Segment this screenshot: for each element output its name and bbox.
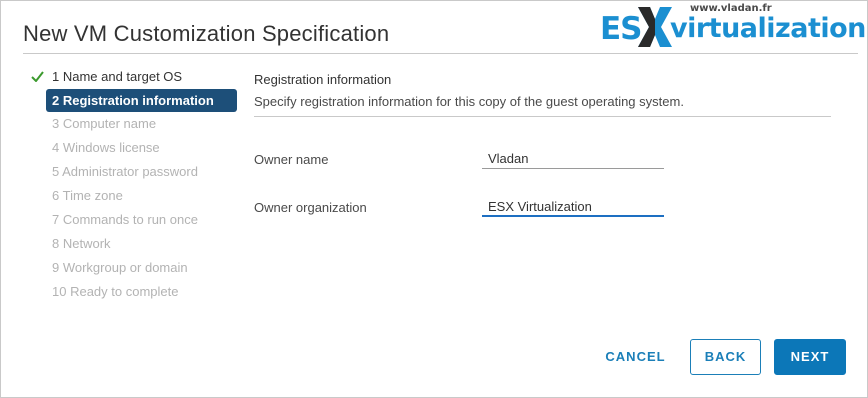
esx-virtualization-logo: www.vladan.fr ES virtualization <box>598 1 866 51</box>
step-windows-license: 4 Windows license <box>23 136 237 160</box>
step-label: 9 Workgroup or domain <box>52 260 188 275</box>
step-label: 2 Registration information <box>52 93 214 108</box>
step-name-and-target-os[interactable]: 1 Name and target OS <box>23 65 237 89</box>
step-computer-name: 3 Computer name <box>23 112 237 136</box>
check-icon <box>31 71 44 82</box>
step-ready-to-complete: 10 Ready to complete <box>23 280 237 304</box>
step-time-zone: 6 Time zone <box>23 184 237 208</box>
title-divider <box>23 53 858 54</box>
section-description: Specify registration information for thi… <box>254 94 684 109</box>
logo-x-icon <box>638 7 672 47</box>
step-commands-to-run-once: 7 Commands to run once <box>23 208 237 232</box>
back-button[interactable]: BACK <box>690 339 761 375</box>
step-label: 8 Network <box>52 236 111 251</box>
step-label: 3 Computer name <box>52 116 157 131</box>
step-registration-information[interactable]: 2 Registration information <box>46 89 237 112</box>
step-network: 8 Network <box>23 232 237 256</box>
step-label: 7 Commands to run once <box>52 212 198 227</box>
logo-virtualization-text: virtualization <box>670 13 866 44</box>
customization-dialog: New VM Customization Specification www.v… <box>0 0 868 398</box>
step-label: 6 Time zone <box>52 188 123 203</box>
owner-name-label: Owner name <box>254 152 329 167</box>
step-label: 10 Ready to complete <box>52 284 179 299</box>
owner-organization-label: Owner organization <box>254 200 367 215</box>
owner-organization-input[interactable] <box>482 197 664 217</box>
owner-name-input[interactable] <box>482 149 664 169</box>
section-title: Registration information <box>254 72 392 87</box>
section-divider <box>254 116 831 117</box>
dialog-title: New VM Customization Specification <box>23 21 390 46</box>
step-label: 4 Windows license <box>52 140 160 155</box>
next-button[interactable]: NEXT <box>774 339 846 375</box>
step-label: 1 Name and target OS <box>52 69 183 84</box>
wizard-steps: 1 Name and target OS 2 Registration info… <box>23 65 237 304</box>
cancel-button[interactable]: CANCEL <box>598 339 673 375</box>
step-workgroup-or-domain: 9 Workgroup or domain <box>23 256 237 280</box>
step-administrator-password: 5 Administrator password <box>23 160 237 184</box>
step-label: 5 Administrator password <box>52 164 198 179</box>
